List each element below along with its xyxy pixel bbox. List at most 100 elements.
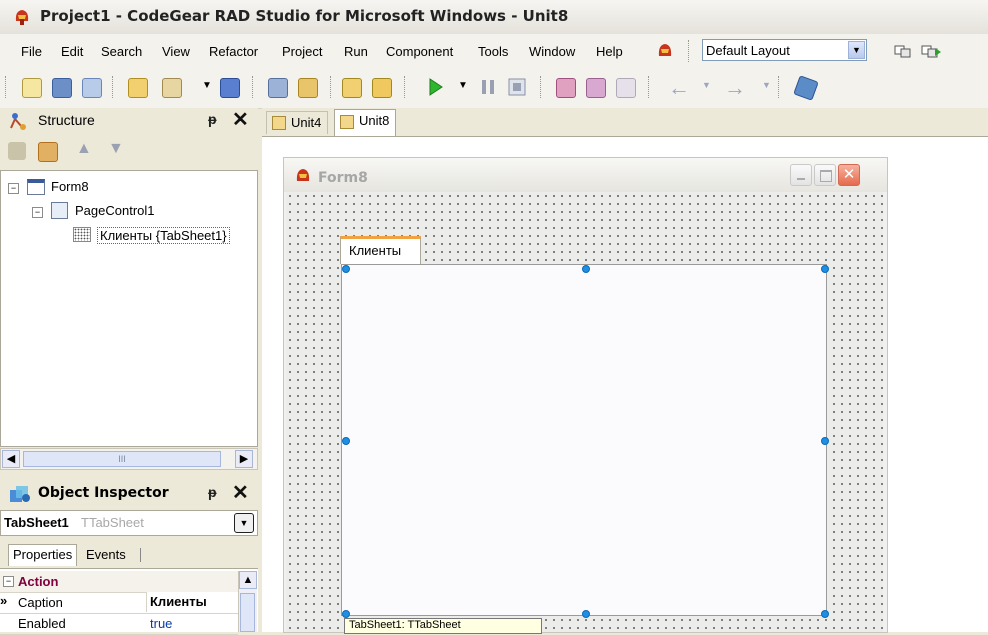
delete-item-icon[interactable] xyxy=(38,142,58,162)
chevron-down-icon[interactable]: ▼ xyxy=(702,80,711,90)
editor-tabs-row: Unit4 Unit8 xyxy=(262,108,988,136)
toolbar-separator xyxy=(404,76,407,98)
menu-search[interactable]: Search xyxy=(101,44,142,59)
selection-handle[interactable] xyxy=(821,610,829,618)
chevron-down-icon[interactable]: ▼ xyxy=(202,80,212,91)
maximize-icon[interactable] xyxy=(814,164,836,186)
structure-horizontal-scrollbar[interactable]: ◀ III ▶ xyxy=(0,448,258,470)
tab-unit4-label: Unit4 xyxy=(291,115,322,130)
tab-properties[interactable]: Properties xyxy=(8,544,78,566)
property-value-editor[interactable]: Клиенты xyxy=(146,592,239,612)
tab-unit4[interactable]: Unit4 xyxy=(266,111,329,134)
debug-layout-icon[interactable] xyxy=(920,42,942,60)
selection-handle[interactable] xyxy=(342,265,350,273)
menu-view[interactable]: View xyxy=(162,44,190,59)
open-project-icon[interactable] xyxy=(162,78,182,98)
save-all-icon[interactable] xyxy=(268,78,288,98)
pin-icon[interactable]: ᵽ xyxy=(208,111,217,127)
menu-tools[interactable]: Tools xyxy=(478,44,508,59)
property-row[interactable]: Enabled true xyxy=(0,613,238,635)
chevron-down-icon[interactable]: ▼ xyxy=(234,513,254,533)
structure-title: Structure xyxy=(38,112,95,128)
move-down-icon[interactable]: ▼ xyxy=(108,140,124,158)
move-up-icon[interactable]: ▲ xyxy=(76,140,92,158)
selection-handle[interactable] xyxy=(582,610,590,618)
selection-handle[interactable] xyxy=(821,437,829,445)
menu-edit[interactable]: Edit xyxy=(61,44,83,59)
close-icon[interactable]: ✕ xyxy=(232,483,249,503)
selection-handle[interactable] xyxy=(582,265,590,273)
toolbar-separator xyxy=(330,76,333,98)
tree-item-tabsheet1[interactable]: Клиенты {TabSheet1} xyxy=(97,227,230,244)
scroll-left-icon[interactable]: ◀ xyxy=(2,450,20,468)
chevron-down-icon[interactable]: ▼ xyxy=(458,80,468,91)
add-to-project-icon[interactable] xyxy=(342,78,362,98)
menu-component[interactable]: Component xyxy=(386,44,453,59)
property-grid-scrollbar[interactable]: ▲ xyxy=(238,571,257,632)
object-selector[interactable]: TabSheet1 TTabSheet ▼ xyxy=(0,510,258,536)
program-reset-icon[interactable] xyxy=(508,78,526,96)
tab-unit8[interactable]: Unit8 xyxy=(334,109,397,136)
collapse-icon[interactable]: − xyxy=(3,576,14,587)
scroll-thumb[interactable]: III xyxy=(23,451,221,467)
menu-file[interactable]: File xyxy=(21,44,42,59)
new-unit-icon[interactable] xyxy=(82,78,102,98)
selection-handle[interactable] xyxy=(342,610,350,618)
help-book-icon[interactable] xyxy=(793,75,819,101)
save-icon[interactable] xyxy=(220,78,240,98)
selection-handle[interactable] xyxy=(342,437,350,445)
forward-icon[interactable]: → xyxy=(724,75,746,101)
menu-project[interactable]: Project xyxy=(282,44,322,59)
menu-help[interactable]: Help xyxy=(596,44,623,59)
desktop-layout-select[interactable]: Default Layout ▼ xyxy=(702,39,867,61)
close-icon[interactable]: ✕ xyxy=(838,164,860,186)
selection-handle[interactable] xyxy=(821,265,829,273)
step-over-icon[interactable] xyxy=(586,78,606,98)
property-name: Enabled xyxy=(18,616,66,631)
toolbar-separator xyxy=(688,40,691,62)
selected-object-type: TTabSheet xyxy=(81,515,144,530)
chevron-down-icon[interactable]: ▼ xyxy=(848,41,865,59)
page-tab-klienty[interactable]: Клиенты xyxy=(340,236,421,264)
menu-window[interactable]: Window xyxy=(529,44,575,59)
property-value[interactable]: true xyxy=(150,616,172,631)
scroll-right-icon[interactable]: ▶ xyxy=(235,450,253,468)
add-item-icon[interactable] xyxy=(8,142,26,160)
spartan-helmet-icon xyxy=(15,10,29,25)
category-row[interactable]: − Action xyxy=(0,571,238,593)
pause-icon[interactable] xyxy=(480,78,496,96)
menu-run[interactable]: Run xyxy=(344,44,368,59)
toolbar-separator xyxy=(648,76,651,98)
remove-from-project-icon[interactable] xyxy=(372,78,392,98)
open-project-folder-icon[interactable] xyxy=(298,78,318,98)
menu-refactor[interactable]: Refactor xyxy=(209,44,258,59)
chevron-down-icon[interactable]: ▼ xyxy=(762,80,771,90)
unit-file-icon xyxy=(340,115,354,129)
tabsheet1-page[interactable] xyxy=(341,264,827,616)
object-inspector-header: Object Inspector ᵽ ✕ xyxy=(0,480,258,508)
form-caption-bar[interactable]: Form8 ✕ xyxy=(284,158,887,192)
collapse-icon[interactable]: − xyxy=(8,183,19,194)
new-items-icon[interactable] xyxy=(22,78,42,98)
close-icon[interactable]: ✕ xyxy=(232,110,249,130)
tree-item-pagecontrol1[interactable]: PageControl1 xyxy=(75,203,155,218)
save-layout-icon[interactable] xyxy=(893,42,913,60)
scroll-thumb[interactable] xyxy=(240,593,255,632)
structure-panel-header: Structure ᵽ ✕ xyxy=(0,108,258,134)
property-row[interactable]: » Caption Клиенты xyxy=(0,592,239,614)
tree-item-form8[interactable]: Form8 xyxy=(51,179,89,194)
page-control-icon xyxy=(51,202,68,219)
scroll-up-icon[interactable]: ▲ xyxy=(239,571,257,589)
collapse-icon[interactable]: − xyxy=(32,207,43,218)
run-icon[interactable] xyxy=(428,78,444,96)
new-form-icon[interactable] xyxy=(52,78,72,98)
open-icon[interactable] xyxy=(128,78,148,98)
trace-into-icon[interactable] xyxy=(556,78,576,98)
minimize-icon[interactable] xyxy=(790,164,812,186)
pin-icon[interactable]: ᵽ xyxy=(208,484,217,500)
back-icon[interactable]: ← xyxy=(668,75,690,101)
run-to-cursor-icon[interactable] xyxy=(616,78,636,98)
property-name: Caption xyxy=(18,595,63,610)
tab-events[interactable]: Events xyxy=(86,547,126,562)
tab-unit8-label: Unit8 xyxy=(359,113,390,128)
